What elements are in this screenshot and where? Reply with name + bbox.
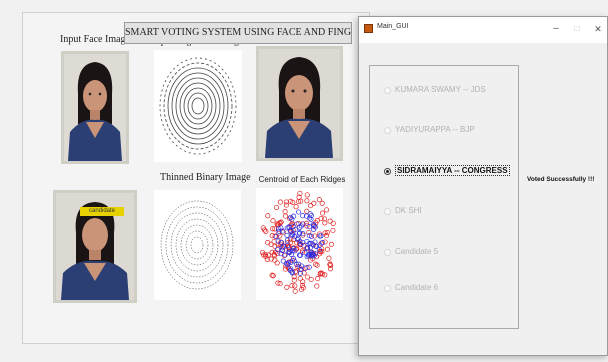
ridge-centroid-marker	[330, 227, 336, 234]
radio-icon[interactable]	[384, 249, 391, 256]
ridge-centroid-marker	[277, 199, 283, 205]
ridge-centroid-marker	[316, 197, 322, 203]
candidate-label: DK SHI	[395, 206, 422, 215]
ridge-centroid-marker	[271, 238, 277, 245]
candidate-label: SIDRAMAIYYA -- CONGRESS	[395, 165, 510, 176]
candidate-label: Candidate 6	[395, 283, 439, 292]
ridge-centroid-marker	[324, 246, 331, 252]
ridge-centroid-marker	[308, 276, 314, 283]
ridge-centroid-marker	[304, 192, 310, 198]
ridge-centroid-marker	[327, 218, 333, 224]
window-titlebar[interactable]: Main_GUI – □ ✕	[359, 17, 607, 43]
ridge-centroid-marker	[328, 241, 335, 247]
ridge-centroid-marker	[295, 209, 302, 215]
radio-icon[interactable]	[384, 87, 391, 94]
centroid-caption: Centroid of Each Ridges	[258, 175, 346, 184]
ridge-centroid-marker	[282, 213, 289, 219]
ridge-centroid-marker	[313, 261, 319, 267]
candidate-label: Candidate 5	[395, 247, 439, 256]
ridge-centroid-marker	[324, 207, 330, 213]
detected-face-image: candidate	[53, 190, 137, 303]
thinned-binary-image	[154, 190, 241, 300]
input-fingerprint-image	[154, 50, 242, 162]
ridge-centroid-marker	[284, 284, 290, 290]
ridge-centroid-marker	[282, 209, 288, 215]
ridge-centroid-marker	[311, 200, 317, 206]
ridge-centroid-marker	[292, 288, 298, 294]
window-title: Main_GUI	[377, 23, 409, 30]
ridge-centroid-marker	[304, 198, 310, 204]
matlab-app-icon	[364, 24, 373, 33]
close-button[interactable]: ✕	[587, 20, 608, 38]
input-face-image	[61, 51, 129, 164]
ridge-centroid-marker	[284, 232, 290, 238]
vote-status-text: Voted Successfully !!!	[527, 176, 595, 183]
face-detection-tag: candidate	[80, 207, 124, 216]
ridge-centroid-marker	[326, 255, 332, 261]
ridge-centroid-marker	[269, 233, 275, 239]
ridge-centroid-marker	[315, 276, 321, 282]
centroid-ridges-image	[256, 188, 343, 300]
candidate-label: KUMARA SWAMY -- JDS	[395, 85, 486, 94]
ridge-centroid-marker	[270, 218, 276, 224]
ridge-centroid-marker	[330, 220, 336, 226]
ridge-centroid-marker	[274, 260, 280, 266]
candidate-label: YADIYURAPPA -- BJP	[395, 125, 475, 134]
ridge-centroid-marker	[319, 210, 326, 216]
matched-face-image	[256, 46, 343, 161]
ridge-centroid-marker	[308, 203, 314, 209]
main-gui-window[interactable]: Main_GUI – □ ✕ KUMARA SWAMY -- JDS YADIY…	[358, 16, 608, 356]
candidate-button-group: KUMARA SWAMY -- JDS YADIYURAPPA -- BJP S…	[369, 65, 519, 329]
radio-icon[interactable]	[384, 208, 391, 215]
ridge-centroid-marker	[280, 258, 286, 264]
radio-selected-icon[interactable]	[384, 168, 391, 175]
ridge-centroid-marker	[297, 275, 303, 282]
ridge-centroid-marker	[265, 213, 271, 219]
minimize-button[interactable]: –	[545, 20, 567, 38]
input-face-caption: Input Face Image	[60, 34, 130, 45]
ridge-centroid-marker	[293, 204, 299, 210]
radio-icon[interactable]	[384, 285, 391, 292]
ridge-centroid-marker	[260, 249, 266, 255]
ridge-centroid-marker	[292, 283, 298, 289]
ridge-centroid-marker	[314, 283, 320, 289]
ridge-centroid-marker	[283, 199, 289, 205]
ridge-centroid-marker	[273, 204, 280, 210]
radio-icon[interactable]	[384, 127, 391, 134]
thinned-caption: Thinned Binary Image	[160, 172, 251, 183]
app-banner: SMART VOTING SYSTEM USING FACE AND FINGE…	[124, 22, 352, 44]
maximize-button[interactable]: □	[566, 20, 588, 38]
